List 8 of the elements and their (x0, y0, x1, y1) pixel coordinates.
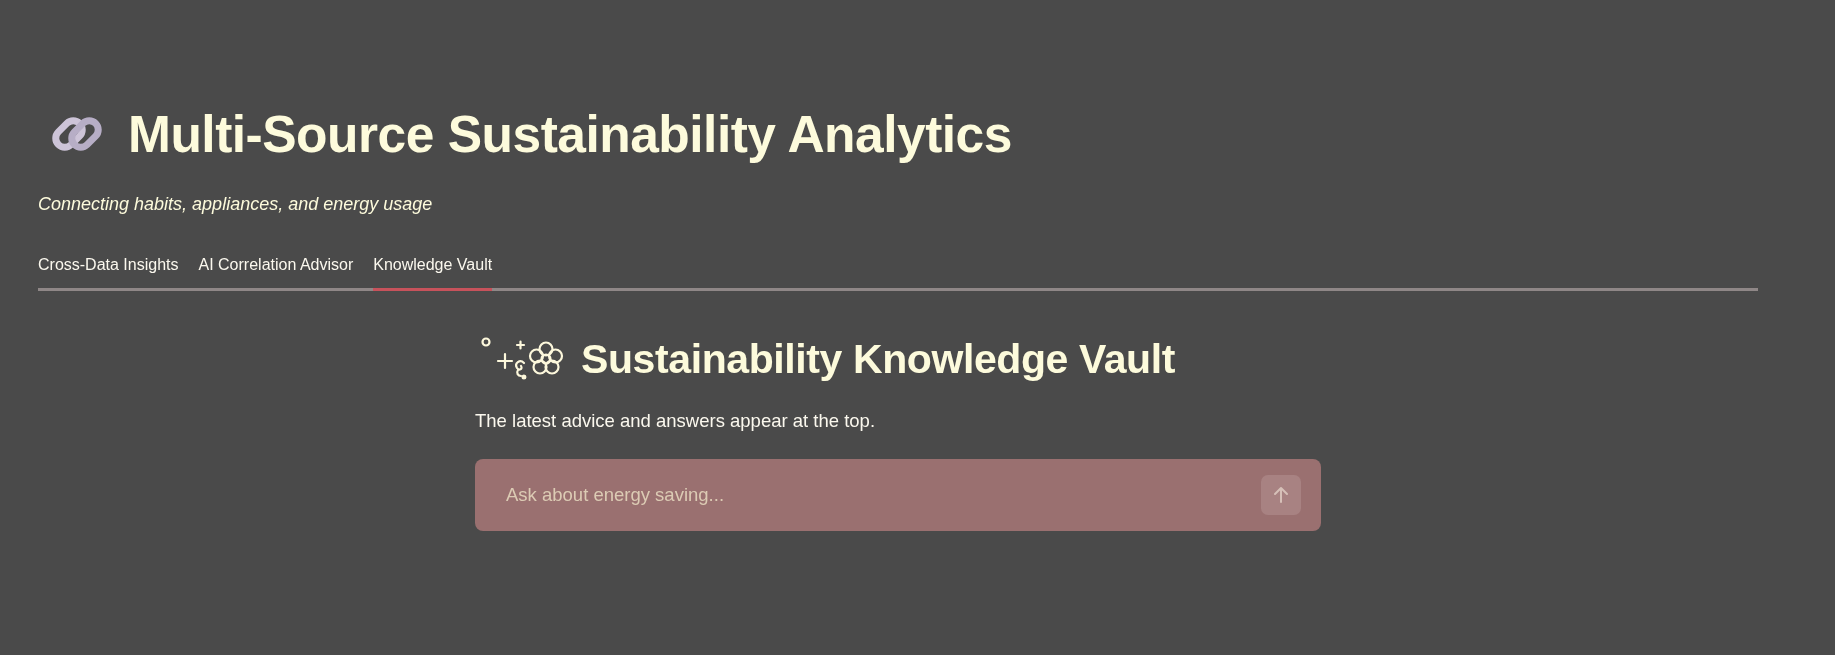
page-subtitle: Connecting habits, appliances, and energy usage (38, 193, 434, 215)
tab[interactable]: Knowledge Vault (373, 249, 493, 291)
section-heading: Sustainability Knowledge Vault (581, 335, 1175, 384)
tab[interactable]: AI Correlation Advisor (198, 249, 354, 291)
tab[interactable]: Cross-Data Insights (38, 249, 179, 291)
up-arrow-icon (1272, 486, 1290, 504)
page-title: Multi-Source Sustainability Analytics (128, 104, 1012, 165)
section-note: The latest advice and answers appear at the top. (475, 410, 877, 432)
